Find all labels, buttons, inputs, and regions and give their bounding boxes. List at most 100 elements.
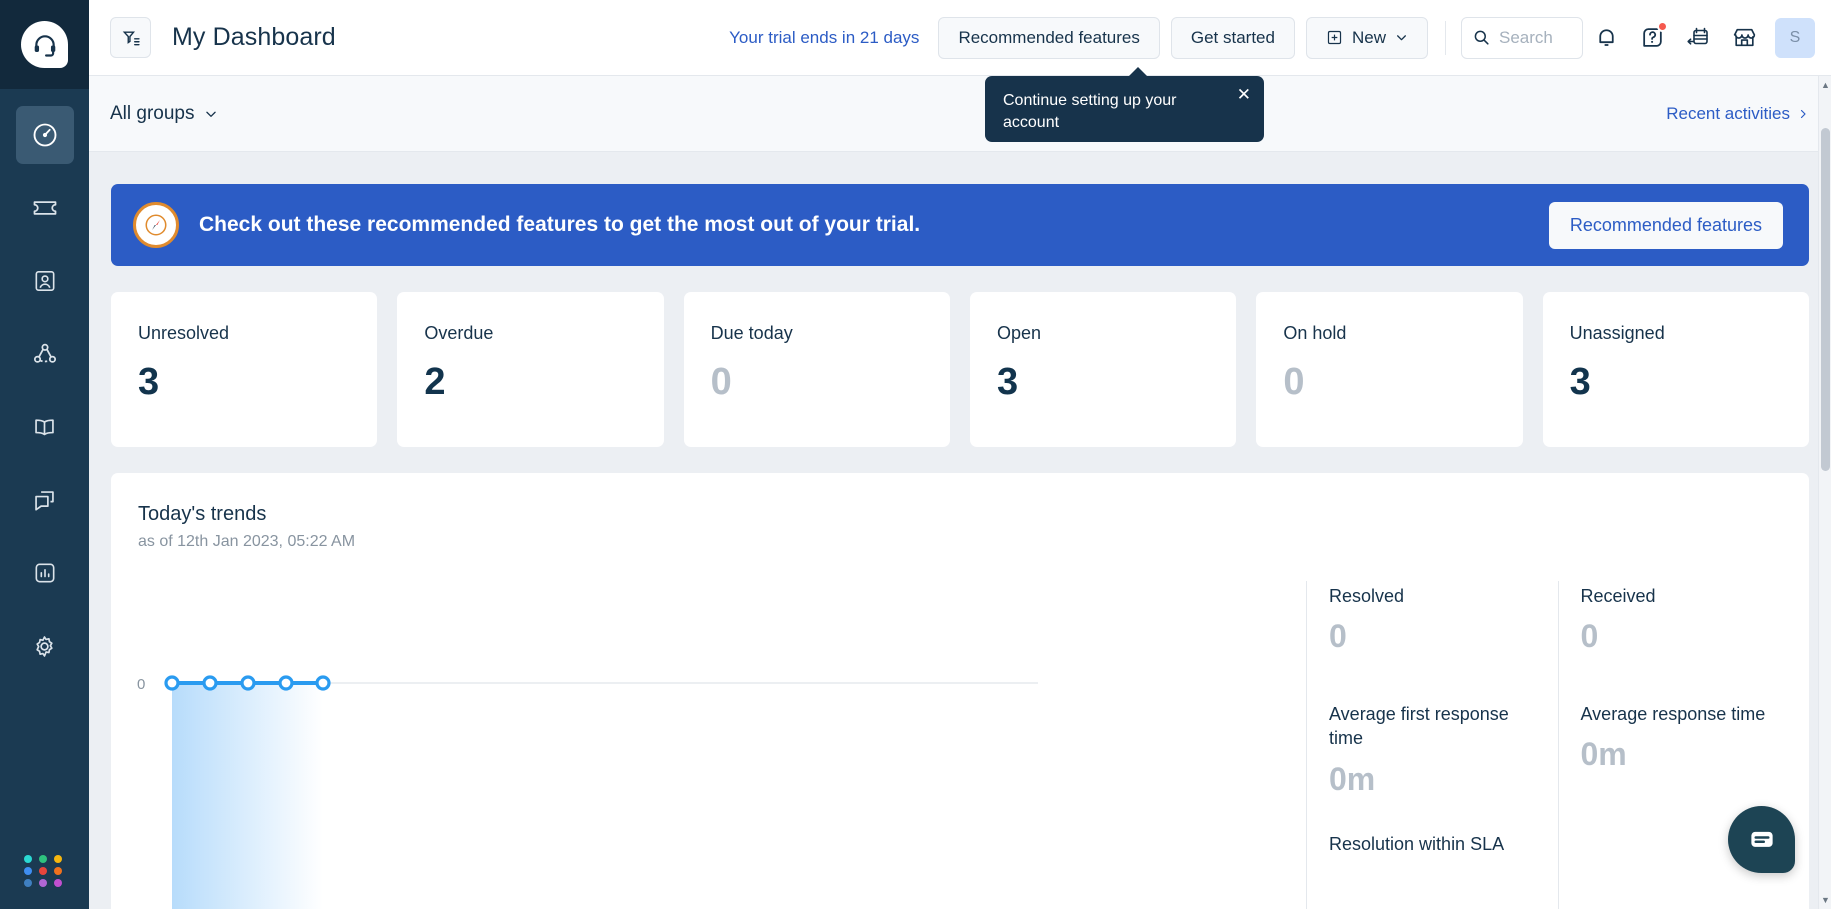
- chevron-down-icon: [205, 111, 216, 117]
- product-logo[interactable]: [0, 0, 89, 89]
- stat-value: 0m: [1329, 760, 1376, 797]
- left-nav-rail: [0, 0, 89, 909]
- recent-activities-link[interactable]: Recent activities: [1666, 104, 1809, 124]
- promo-banner: Check out these recommended features to …: [111, 184, 1809, 266]
- rail-item-dashboard[interactable]: [15, 106, 74, 164]
- kpi-card-unassigned[interactable]: Unassigned 3: [1542, 292, 1809, 447]
- page-scrollbar[interactable]: ▲ ▼: [1818, 76, 1831, 909]
- rail-item-chat[interactable]: [16, 471, 74, 529]
- help-badge-dot: [1657, 20, 1668, 32]
- scrollbar-thumb[interactable]: [1821, 128, 1830, 471]
- kpi-card-open[interactable]: Open 3: [969, 292, 1237, 447]
- filters-bar: All groups Recent activities: [89, 76, 1831, 152]
- kpi-label: Due today: [710, 323, 793, 343]
- notifications-bell-icon: [1598, 29, 1614, 46]
- search-input[interactable]: Search: [1461, 16, 1583, 59]
- caret-down-icon[interactable]: ▼: [1819, 893, 1831, 907]
- headset-icon: [21, 21, 68, 68]
- stat-resolved: Resolved 0: [1306, 581, 1558, 699]
- stat-value: 0: [1329, 618, 1347, 655]
- stat-label: Average first response time: [1329, 704, 1509, 749]
- kpi-label: On hold: [1283, 323, 1347, 343]
- close-icon[interactable]: ✕: [1237, 86, 1251, 103]
- chat-bubble-icon: [1750, 831, 1773, 847]
- rail-item-solutions[interactable]: [16, 398, 74, 456]
- stat-label: Resolution within SLA: [1329, 834, 1505, 854]
- top-bar: My Dashboard Your trial ends in 21 days …: [89, 0, 1831, 76]
- kpi-card-unresolved[interactable]: Unresolved 3: [111, 292, 378, 447]
- rail-item-contacts[interactable]: [16, 252, 74, 310]
- stat-average-first-response-time: Average first response time 0m: [1306, 699, 1558, 829]
- switch-product-button[interactable]: [1675, 15, 1721, 61]
- trends-title: Today's trends: [138, 503, 267, 525]
- stat-value: 0m: [1580, 736, 1627, 773]
- stat-resolution-within-sla: Resolution within SLA: [1306, 829, 1558, 909]
- recommended-features-button[interactable]: Recommended features: [938, 16, 1160, 59]
- search-icon: [1474, 30, 1489, 45]
- caret-up-icon[interactable]: ▲: [1819, 78, 1831, 92]
- help-button[interactable]: [1629, 15, 1675, 61]
- kpi-label: Open: [996, 323, 1042, 343]
- kpi-card-list: Unresolved 3 Overdue 2 Due today 0 Open …: [111, 292, 1809, 447]
- new-button[interactable]: New: [1305, 16, 1428, 59]
- group-filter-select[interactable]: All groups: [110, 103, 218, 125]
- tooltip-text: Continue setting up your account: [1003, 92, 1177, 132]
- onboarding-tooltip: Continue setting up your account ✕: [985, 67, 1264, 142]
- search-placeholder: Search: [1499, 27, 1553, 47]
- avatar[interactable]: S: [1775, 17, 1815, 58]
- rail-item-analytics[interactable]: [16, 544, 74, 602]
- marketplace-store-icon: [1733, 28, 1755, 47]
- filter-button[interactable]: [110, 17, 151, 58]
- get-started-button[interactable]: Get started: [1170, 16, 1295, 59]
- kpi-label: Unassigned: [1569, 323, 1665, 343]
- trends-stats-grid: Resolved 0 Received 0 Average first resp…: [1306, 581, 1809, 909]
- support-chat-button[interactable]: [1728, 806, 1795, 873]
- promo-recommended-features-button[interactable]: Recommended features: [1548, 201, 1783, 249]
- stat-label: Resolved: [1329, 586, 1405, 606]
- stat-label: Received: [1580, 586, 1656, 606]
- kpi-card-due-today[interactable]: Due today 0: [683, 292, 950, 447]
- new-button-label: New: [1351, 27, 1386, 47]
- kpi-card-on-hold[interactable]: On hold 0: [1256, 292, 1523, 447]
- toolbar-divider: [1445, 20, 1446, 55]
- plus-square-icon: [1327, 30, 1342, 45]
- filter-list-icon: [122, 30, 140, 45]
- recent-activities-label: Recent activities: [1666, 103, 1790, 123]
- stat-label: Average response time: [1580, 704, 1766, 724]
- stat-value: 0: [1580, 618, 1599, 655]
- kpi-value: 0: [1283, 361, 1305, 403]
- kpi-value: 2: [424, 361, 446, 403]
- kpi-value: 3: [138, 361, 160, 403]
- kpi-label: Unresolved: [138, 323, 230, 343]
- stat-received: Received 0: [1557, 581, 1810, 699]
- app-root: My Dashboard Your trial ends in 21 days …: [0, 0, 1831, 909]
- kpi-card-overdue[interactable]: Overdue 2: [397, 292, 664, 447]
- chart-point: [202, 675, 218, 691]
- notifications-bell-button[interactable]: [1583, 15, 1629, 61]
- kpi-value: 3: [996, 361, 1019, 403]
- rail-item-tickets[interactable]: [16, 179, 74, 237]
- tooltip-arrow: [1128, 67, 1148, 77]
- kpi-value: 3: [1569, 361, 1591, 403]
- dashboard-content: Check out these recommended features to …: [89, 152, 1831, 909]
- chart-svg: [164, 675, 1038, 909]
- trends-area-chart[interactable]: [138, 563, 1288, 909]
- rail-item-social[interactable]: [16, 325, 74, 383]
- chevron-down-icon: [1397, 35, 1406, 41]
- todays-trends-panel: Today's trends as of 12th Jan 2023, 05:2…: [111, 473, 1809, 909]
- dot-grid-icon: [24, 855, 65, 887]
- rail-item-list: [0, 89, 89, 675]
- marketplace-button[interactable]: [1721, 15, 1767, 61]
- compass-icon: [133, 202, 179, 248]
- freshworks-switcher[interactable]: [0, 855, 89, 887]
- trends-subtitle: as of 12th Jan 2023, 05:22 AM: [138, 533, 356, 550]
- page-title: My Dashboard: [172, 23, 336, 51]
- rail-item-admin[interactable]: [16, 617, 74, 675]
- chevron-right-icon: [1800, 109, 1806, 118]
- kpi-value: 0: [710, 361, 732, 403]
- group-filter-label: All groups: [110, 102, 195, 124]
- chart-area-fill: [172, 683, 323, 909]
- kpi-label: Overdue: [424, 323, 494, 343]
- chart-point: [315, 675, 331, 691]
- trial-status-link[interactable]: Your trial ends in 21 days: [729, 28, 919, 48]
